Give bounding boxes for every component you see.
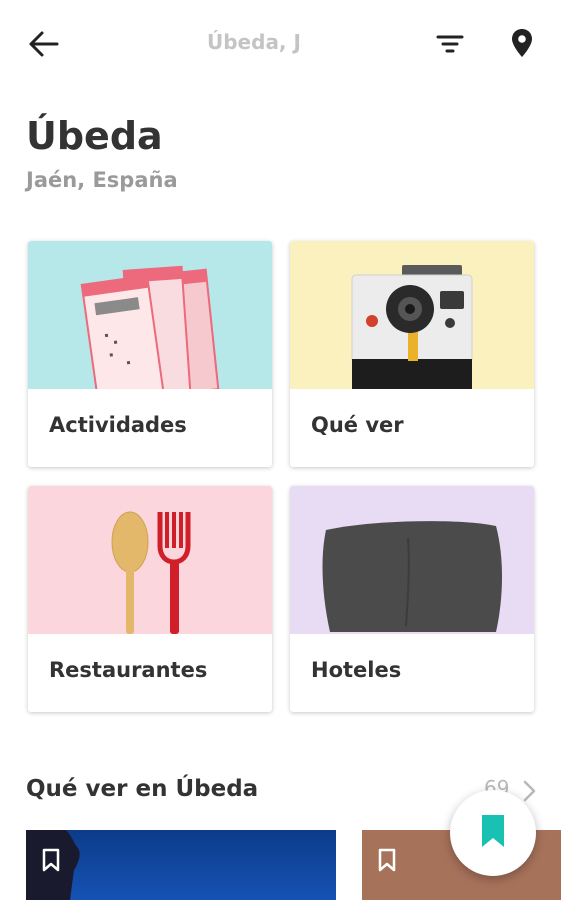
category-card-que-ver[interactable]: Qué ver bbox=[290, 241, 534, 467]
bookmark-icon[interactable] bbox=[376, 848, 398, 872]
bookmark-icon bbox=[480, 813, 506, 853]
spoon-fork-illustration bbox=[28, 486, 272, 634]
page-title: Úbeda bbox=[26, 114, 163, 158]
category-card-hoteles[interactable]: Hoteles bbox=[290, 486, 534, 712]
bookmark-icon[interactable] bbox=[40, 848, 62, 872]
tickets-illustration bbox=[28, 241, 272, 403]
app-bar-title: Úbeda, Jaén bbox=[207, 30, 302, 54]
location-pin-icon[interactable] bbox=[502, 22, 542, 64]
category-label: Qué ver bbox=[311, 413, 404, 437]
pillow-illustration bbox=[290, 486, 534, 634]
camera-illustration bbox=[290, 241, 534, 389]
category-card-actividades[interactable]: Actividades bbox=[28, 241, 272, 467]
filter-icon[interactable] bbox=[430, 24, 470, 64]
category-label: Restaurantes bbox=[49, 658, 208, 682]
attraction-card[interactable] bbox=[26, 830, 336, 900]
category-card-restaurantes[interactable]: Restaurantes bbox=[28, 486, 272, 712]
top-app-bar: Úbeda, Jaén bbox=[0, 0, 561, 86]
section-title: Qué ver en Úbeda bbox=[26, 776, 259, 802]
saved-fab-button[interactable] bbox=[450, 790, 536, 876]
page-subtitle: Jaén, España bbox=[26, 168, 178, 192]
back-arrow-icon[interactable] bbox=[22, 24, 66, 64]
category-label: Actividades bbox=[49, 413, 187, 437]
category-label: Hoteles bbox=[311, 658, 402, 682]
